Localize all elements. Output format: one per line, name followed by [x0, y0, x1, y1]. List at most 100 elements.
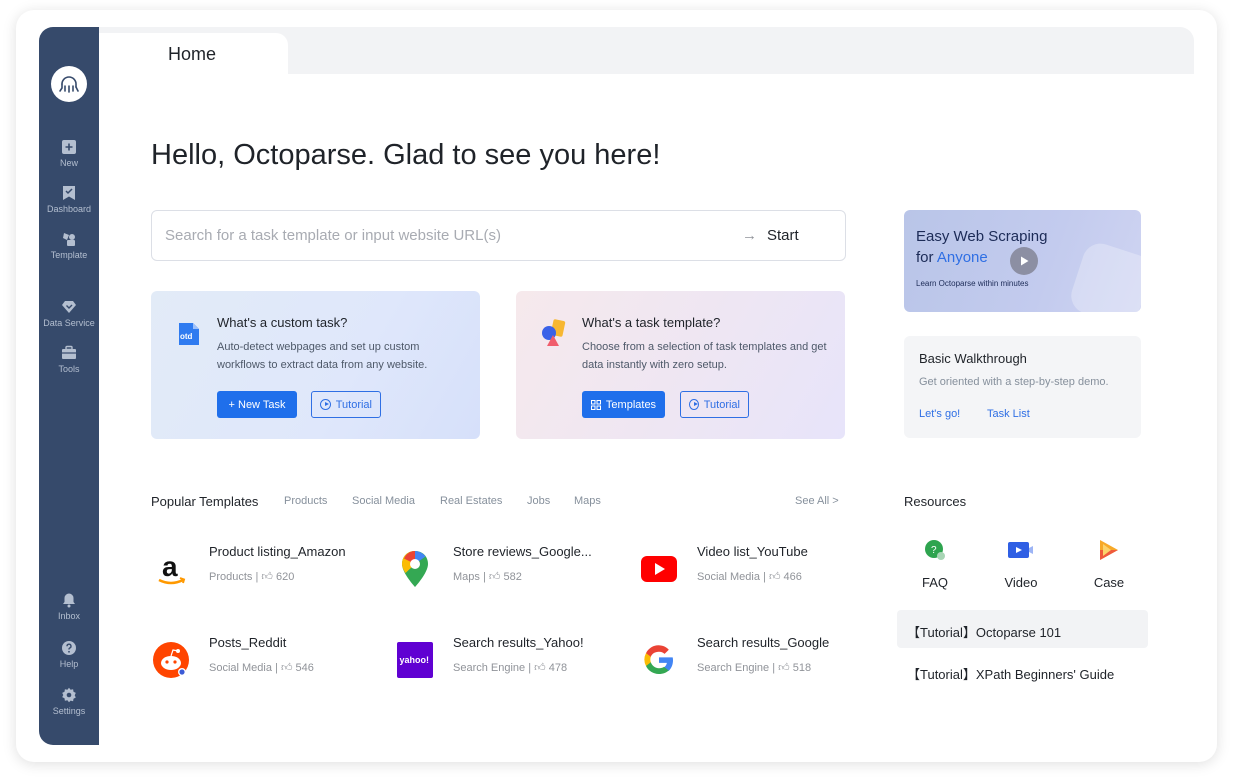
sidebar-item-label: Help	[59, 659, 79, 669]
decorative-shape	[1066, 238, 1141, 312]
custom-tutorial-button[interactable]: Tutorial	[311, 391, 381, 418]
template-meta: Products | 👍︎ 620	[209, 571, 295, 583]
template-meta: Search Engine | 👍︎ 478	[453, 662, 568, 674]
resource-label: Case	[1093, 575, 1125, 590]
templates-button[interactable]: Templates	[582, 391, 665, 418]
template-name: Search results_Yahoo!	[453, 635, 584, 650]
walkthrough-description: Get oriented with a step-by-step demo.	[919, 376, 1109, 388]
video-icon	[1008, 537, 1034, 563]
tab-home[interactable]: Home	[99, 33, 288, 77]
faq-icon: ?	[923, 537, 947, 563]
sidebar-item-tools[interactable]: Tools	[39, 345, 99, 374]
custom-task-title: What's a custom task?	[217, 315, 348, 330]
resources-title: Resources	[904, 494, 967, 509]
thumbs-up-icon: 👍︎	[768, 571, 781, 583]
sidebar-item-label: New	[59, 158, 78, 168]
svg-text:?: ?	[931, 545, 937, 556]
template-name: Search results_Google	[697, 635, 830, 650]
resource-faq[interactable]: ? FAQ	[905, 537, 965, 590]
promo-subtitle: Learn Octoparse within minutes	[916, 279, 1029, 288]
sidebar: New Dashboard Template Data Service Tool…	[39, 27, 99, 745]
template-name: Product listing_Amazon	[209, 544, 346, 559]
resource-label: FAQ	[921, 575, 948, 590]
start-button[interactable]: → Start	[742, 211, 799, 259]
template-item-yahoo[interactable]: yahoo! Search results_Yahoo! Search Engi…	[395, 634, 625, 678]
template-item-reddit[interactable]: Posts_Reddit Social Media | 👍︎ 546	[151, 634, 381, 678]
see-all-link[interactable]: See All >	[795, 495, 839, 507]
filter-real-estates[interactable]: Real Estates	[440, 495, 502, 507]
shapes-icon	[542, 319, 566, 346]
gear-icon	[62, 687, 76, 703]
lets-go-link[interactable]: Let's go!	[919, 408, 960, 420]
tutorial-label: Tutorial	[703, 398, 740, 411]
amazon-logo-icon: a	[151, 549, 191, 589]
grid-icon	[590, 399, 601, 410]
sidebar-item-settings[interactable]: Settings	[39, 687, 99, 716]
start-label: Start	[767, 226, 799, 244]
promo-line2: for Anyone	[916, 249, 988, 266]
sidebar-item-label: Tools	[58, 364, 80, 374]
yahoo-logo-icon: yahoo!	[395, 640, 435, 680]
task-template-card: What's a task template? Choose from a se…	[516, 291, 845, 439]
sidebar-item-dashboard[interactable]: Dashboard	[39, 185, 99, 214]
resource-case[interactable]: Case	[1079, 537, 1139, 590]
sidebar-item-template[interactable]: Template	[39, 231, 99, 260]
sidebar-item-inbox[interactable]: Inbox	[39, 592, 99, 621]
svg-text:otd: otd	[180, 332, 193, 341]
google-maps-pin-icon	[395, 549, 435, 589]
search-input[interactable]	[165, 211, 725, 259]
popular-templates-title: Popular Templates	[151, 494, 259, 509]
promo-video-banner[interactable]: Easy Web Scraping for Anyone Learn Octop…	[904, 210, 1141, 312]
sidebar-item-label: Settings	[52, 706, 86, 716]
filter-products[interactable]: Products	[284, 495, 327, 507]
template-icon	[63, 233, 75, 246]
task-list-link[interactable]: Task List	[987, 408, 1030, 420]
template-item-google-maps[interactable]: Store reviews_Google... Maps | 👍︎ 582	[395, 543, 625, 587]
sidebar-item-help[interactable]: Help	[39, 640, 99, 669]
thumbs-up-icon: 👍︎	[534, 662, 546, 674]
play-circle-icon	[320, 399, 331, 410]
sidebar-item-label: Template	[50, 250, 88, 260]
sidebar-item-data-service[interactable]: Data Service	[39, 299, 99, 328]
page-greeting: Hello, Octoparse. Glad to see you here!	[151, 139, 661, 171]
template-meta: Social Media | 👍︎ 466	[697, 571, 802, 583]
tab-home-label: Home	[168, 44, 217, 64]
sidebar-item-label: Inbox	[57, 611, 81, 621]
template-meta: Maps | 👍︎ 582	[453, 571, 522, 583]
svg-text:yahoo!: yahoo!	[400, 655, 430, 665]
toolbox-icon	[62, 345, 76, 359]
case-icon	[1097, 537, 1121, 563]
guide-octoparse-101[interactable]: 【Tutorial】Octoparse 101	[897, 610, 1148, 648]
bell-icon	[63, 593, 75, 608]
promo-line1: Easy Web Scraping	[916, 228, 1048, 245]
play-icon[interactable]	[1010, 247, 1038, 275]
new-task-button[interactable]: + New Task	[217, 391, 297, 418]
template-tutorial-button[interactable]: Tutorial	[680, 391, 749, 418]
template-meta: Search Engine | 👍︎ 518	[697, 662, 812, 674]
resource-video[interactable]: Video	[991, 537, 1051, 590]
thumbs-up-icon: 👍︎	[778, 662, 790, 674]
tutorial-label: Tutorial	[335, 398, 372, 411]
play-circle-icon	[689, 399, 699, 410]
template-item-google[interactable]: Search results_Google Search Engine | 👍︎…	[639, 634, 869, 678]
resource-label: Video	[1004, 575, 1038, 590]
sidebar-item-new[interactable]: New	[39, 139, 99, 168]
new-task-label: + New Task	[228, 398, 286, 411]
filter-social-media[interactable]: Social Media	[352, 495, 415, 507]
reddit-logo-icon	[151, 640, 191, 680]
template-item-amazon[interactable]: a Product listing_Amazon Products | 👍︎ 6…	[151, 543, 381, 587]
template-name: Store reviews_Google...	[453, 544, 592, 559]
template-item-youtube[interactable]: Video list_YouTube Social Media | 👍︎ 466	[639, 543, 869, 587]
filter-jobs[interactable]: Jobs	[527, 495, 550, 507]
template-meta: Social Media | 👍︎ 546	[209, 662, 314, 674]
sidebar-item-label: Dashboard	[46, 204, 92, 214]
templates-label: Templates	[605, 398, 657, 411]
google-logo-icon	[639, 640, 679, 680]
custom-task-card: otd What's a custom task? Auto-detect we…	[151, 291, 480, 439]
filter-maps[interactable]: Maps	[574, 495, 601, 507]
sidebar-item-label: Data Service	[43, 318, 95, 328]
task-template-description: Choose from a selection of task template…	[582, 341, 827, 371]
octopus-logo-icon[interactable]	[51, 66, 87, 102]
thumbs-up-icon: 👍︎	[488, 571, 501, 583]
guide-xpath-beginners[interactable]: 【Tutorial】XPath Beginners' Guide	[897, 652, 1148, 690]
